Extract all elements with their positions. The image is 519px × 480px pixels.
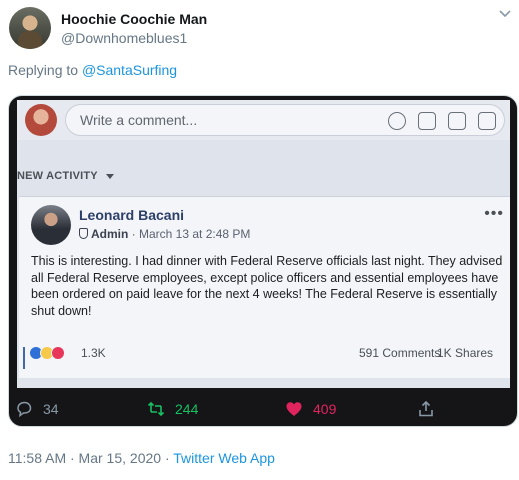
post-body: This is interesting. I had dinner with F…	[31, 254, 503, 318]
emoji-icon	[388, 112, 406, 130]
like-count: 409	[313, 401, 337, 417]
caret-down-icon	[105, 173, 114, 179]
comment-placeholder: Write a comment...	[80, 112, 198, 128]
chevron-down-icon[interactable]	[499, 10, 511, 18]
tweet-actions: 34 244 409	[9, 391, 517, 426]
post-meta: Admin · March 13 at 2:48 PM	[79, 227, 250, 241]
comment-input: Write a comment...	[65, 104, 505, 136]
comment-count: 591 Comments	[359, 346, 441, 360]
like-button[interactable]: 409	[285, 400, 336, 418]
author-handle[interactable]: @Downhomeblues1	[61, 30, 187, 46]
reply-count: 34	[43, 401, 59, 417]
comment-icons	[388, 112, 496, 130]
sticker-icon	[478, 112, 496, 130]
post-reactions: 1.3K 591 Comments 1K Shares	[29, 344, 505, 364]
reaction-icons	[29, 346, 65, 360]
reply-button[interactable]: 34	[15, 400, 59, 418]
replying-to-line: Replying to @SantaSurfing	[8, 62, 177, 78]
comment-bar: Write a comment...	[17, 100, 510, 140]
post-date: · March 13 at 2:48 PM	[128, 227, 251, 241]
heart-icon	[286, 402, 302, 416]
author-name[interactable]: Hoochie Coochie Man	[61, 11, 207, 27]
divider	[23, 347, 25, 369]
shield-icon	[79, 228, 88, 239]
photo-screen-content: Write a comment... NEW ACTIVITY Leonard …	[17, 100, 510, 388]
tweet-footer: 11:58 AM · Mar 15, 2020 · Twitter Web Ap…	[8, 450, 275, 466]
reaction-count: 1.3K	[81, 346, 106, 360]
commenter-avatar	[25, 104, 57, 136]
reply-icon	[17, 401, 32, 418]
attached-photo[interactable]: Write a comment... NEW ACTIVITY Leonard …	[8, 95, 518, 427]
replying-to-link[interactable]: @SantaSurfing	[82, 62, 177, 78]
retweet-icon	[147, 401, 165, 417]
new-activity-label: NEW ACTIVITY	[17, 170, 114, 182]
share-button[interactable]	[417, 400, 435, 418]
tweet-timestamp[interactable]: 11:58 AM · Mar 15, 2020	[8, 450, 161, 466]
source-app-link[interactable]: Twitter Web App	[173, 450, 275, 466]
more-options-icon: •••	[484, 205, 504, 222]
author-avatar[interactable]	[9, 7, 51, 49]
post-author-name: Leonard Bacani	[79, 207, 185, 223]
love-reaction-icon	[51, 346, 65, 360]
post-role: Admin	[91, 227, 129, 241]
retweet-button[interactable]: 244	[147, 400, 198, 418]
camera-icon	[418, 112, 436, 130]
gif-icon	[448, 112, 466, 130]
share-icon	[419, 400, 433, 417]
facebook-post: Leonard Bacani Admin · March 13 at 2:48 …	[19, 196, 510, 378]
footer-separator: ·	[161, 450, 174, 466]
post-author-avatar	[31, 205, 71, 245]
share-count: 1K Shares	[437, 346, 494, 360]
retweet-count: 244	[175, 401, 199, 417]
replying-prefix: Replying to	[8, 62, 82, 78]
